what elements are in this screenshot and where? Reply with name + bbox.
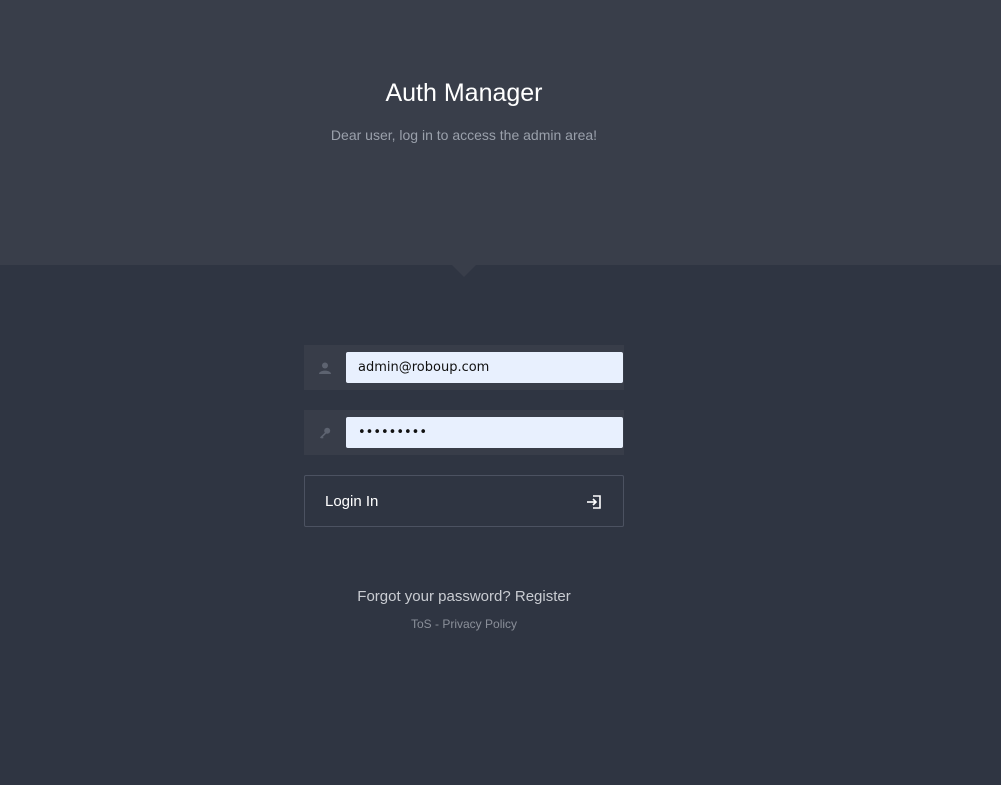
legal-links: ToS - Privacy Policy xyxy=(0,617,928,632)
legal-separator: - xyxy=(435,617,439,631)
forgot-password-link[interactable]: Forgot your password? xyxy=(357,588,510,605)
login-button[interactable]: Login In xyxy=(304,475,624,527)
key-icon xyxy=(304,410,346,455)
login-icon xyxy=(587,495,601,509)
email-field[interactable] xyxy=(346,352,623,383)
password-field-group xyxy=(304,410,624,455)
login-button-label: Login In xyxy=(325,493,379,510)
email-field-group xyxy=(304,345,624,390)
hero-pointer xyxy=(452,265,476,277)
page-subtitle: Dear user, log in to access the admin ar… xyxy=(330,127,598,143)
privacy-policy-link[interactable]: Privacy Policy xyxy=(442,617,517,631)
user-icon xyxy=(304,345,346,390)
register-link[interactable]: Register xyxy=(515,588,571,605)
page-title: Auth Manager xyxy=(385,79,543,107)
tos-link[interactable]: ToS xyxy=(411,617,432,631)
password-field[interactable] xyxy=(346,417,623,448)
account-links: Forgot your password? Register xyxy=(0,588,928,606)
